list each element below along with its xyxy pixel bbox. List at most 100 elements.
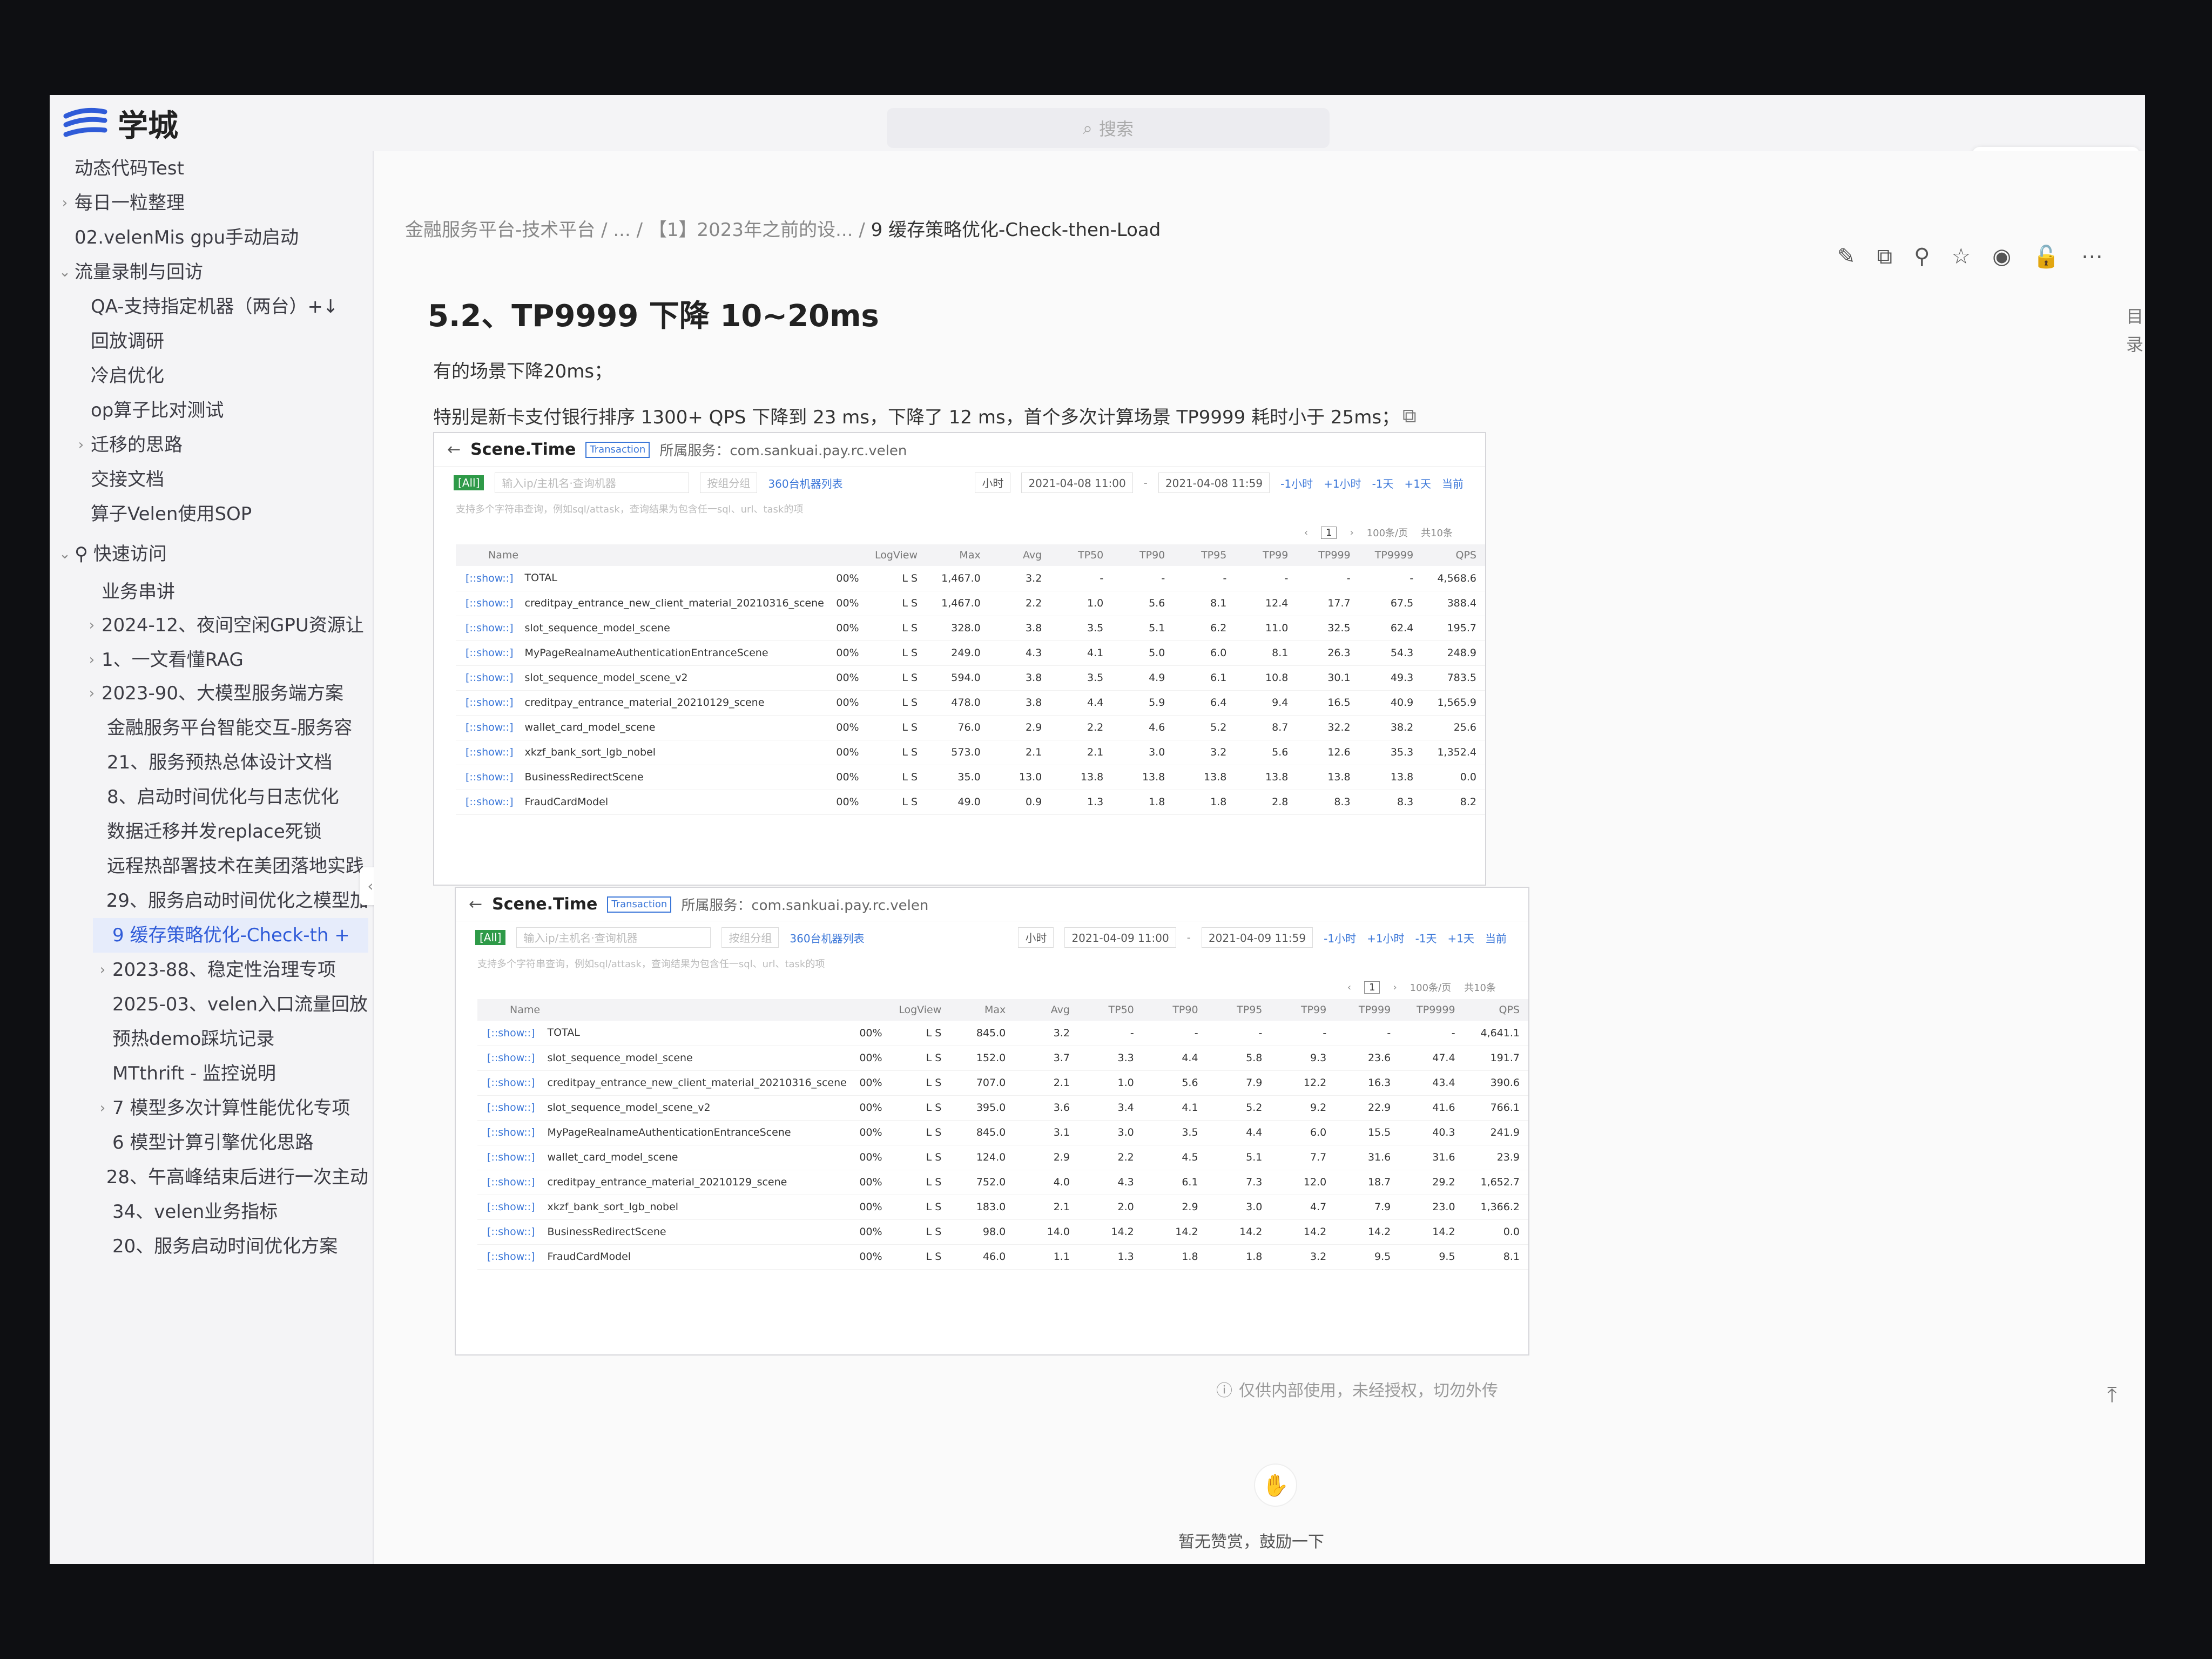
per-page-select[interactable]: 100条/页 xyxy=(1410,980,1451,994)
sidebar-item[interactable]: 9 缓存策略优化-Check-th + xyxy=(93,918,368,953)
group-select[interactable]: 按组分组 xyxy=(721,927,779,948)
show-link[interactable]: [::show::] xyxy=(456,690,525,716)
star-icon[interactable]: ☆ xyxy=(1951,244,1971,269)
pin-icon[interactable]: ⚲ xyxy=(1914,244,1930,269)
show-link[interactable]: [::show::] xyxy=(477,1120,548,1145)
back-arrow-icon[interactable]: ← xyxy=(469,895,482,914)
col-header[interactable]: TP95 xyxy=(1174,544,1236,566)
cell-log[interactable]: L S xyxy=(891,1195,950,1220)
expand-arrow-icon[interactable]: ⌄ xyxy=(55,537,75,571)
col-header[interactable]: TP50 xyxy=(1050,544,1112,566)
edit-icon[interactable]: ✎ xyxy=(1837,244,1856,269)
host-input[interactable]: 输入ip/主机名·查询机器 xyxy=(516,927,711,948)
more-icon[interactable]: ⋯ xyxy=(2081,244,2103,269)
screenshot-after[interactable]: ← Scene.Time Transaction 所属服务：com.sankuai.p… xyxy=(455,887,1529,1355)
filter-hint[interactable]: 支持多个字符串查询，例如sql/attask，查询结果为包含任一sql、url、… xyxy=(434,499,1485,521)
sidebar-item[interactable]: › 1、一文看懂RAG xyxy=(82,643,368,677)
quick-range-button[interactable]: +1小时 xyxy=(1324,475,1361,491)
sidebar-item[interactable]: 34、velen业务指标 xyxy=(93,1195,368,1229)
expand-arrow-icon[interactable]: › xyxy=(55,186,75,220)
quick-range-button[interactable]: -1天 xyxy=(1372,475,1394,491)
sidebar-item[interactable]: 6 模型计算引擎优化思路 xyxy=(93,1125,368,1160)
sidebar-item[interactable]: 02.velenMis gpu手动启动 xyxy=(55,220,368,255)
cell-log[interactable]: L S xyxy=(891,1070,950,1096)
expand-arrow-icon[interactable]: › xyxy=(71,428,91,462)
breadcrumb-ellipsis[interactable]: ... xyxy=(613,219,630,241)
all-button[interactable]: [All] xyxy=(454,475,484,490)
prev-page-icon[interactable]: ‹ xyxy=(1304,527,1308,538)
show-link[interactable]: [::show::] xyxy=(456,640,525,666)
cell-log[interactable]: L S xyxy=(867,665,927,691)
sidebar-item[interactable]: QA-支持指定机器（两台）+↓ xyxy=(71,289,368,324)
col-header[interactable]: TP9999 xyxy=(1399,999,1464,1021)
expand-arrow-icon[interactable]: › xyxy=(93,953,112,987)
breadcrumb-parent[interactable]: 【1】2023年之前的设... xyxy=(649,219,853,241)
sidebar-item[interactable]: 金融服务平台智能交互-服务容 xyxy=(87,711,368,745)
toc-toggle[interactable]: 目录 xyxy=(2126,302,2145,359)
next-page-icon[interactable]: › xyxy=(1350,527,1353,538)
col-header[interactable]: LogView xyxy=(867,544,927,566)
cell-log[interactable]: L S xyxy=(867,790,927,815)
quick-range-button[interactable]: 当前 xyxy=(1442,475,1464,491)
search-input[interactable]: ⌕ 搜索 xyxy=(887,108,1330,148)
quick-range-button[interactable]: +1小时 xyxy=(1367,930,1404,946)
next-page-icon[interactable]: › xyxy=(1393,982,1397,993)
show-link[interactable]: [::show::] xyxy=(456,740,525,765)
sidebar-item[interactable]: 算子Velen使用SOP xyxy=(71,497,368,531)
quick-range-button[interactable]: 当前 xyxy=(1485,930,1507,946)
expand-arrow-icon[interactable]: ⌄ xyxy=(55,255,75,289)
show-link[interactable]: [::show::] xyxy=(477,1195,548,1220)
sidebar-item[interactable]: 业务串讲 xyxy=(82,575,368,609)
sidebar-item[interactable]: 远程热部署技术在美团落地实践 xyxy=(87,849,368,884)
cell-log[interactable]: L S xyxy=(891,1244,950,1270)
cell-log[interactable]: L S xyxy=(867,616,927,641)
show-link[interactable]: [::show::] xyxy=(477,1021,548,1046)
show-link[interactable]: [::show::] xyxy=(456,765,525,790)
cell-log[interactable]: L S xyxy=(867,765,927,790)
col-header[interactable] xyxy=(830,544,868,566)
machine-list-link[interactable]: 360台机器列表 xyxy=(790,930,864,946)
col-header[interactable]: TP90 xyxy=(1142,999,1207,1021)
page-number[interactable]: 1 xyxy=(1321,526,1337,539)
show-link[interactable]: [::show::] xyxy=(477,1095,548,1121)
show-link[interactable]: [::show::] xyxy=(477,1170,548,1195)
end-time[interactable]: 2021-04-09 11:59 xyxy=(1201,927,1313,948)
show-link[interactable]: [::show::] xyxy=(456,790,525,815)
col-header[interactable]: TP999 xyxy=(1335,999,1400,1021)
group-select[interactable]: 按组分组 xyxy=(700,473,758,493)
col-header[interactable]: TP50 xyxy=(1078,999,1143,1021)
col-header[interactable]: TP999 xyxy=(1297,544,1359,566)
expand-arrow-icon[interactable]: › xyxy=(82,643,102,677)
end-time[interactable]: 2021-04-08 11:59 xyxy=(1158,473,1270,493)
sidebar-item[interactable]: 数据迁移并发replace死锁 xyxy=(87,814,368,849)
quick-range-button[interactable]: -1小时 xyxy=(1324,930,1356,946)
col-header[interactable]: TP95 xyxy=(1206,999,1271,1021)
host-input[interactable]: 输入ip/主机名·查询机器 xyxy=(495,473,690,493)
show-link[interactable]: [::show::] xyxy=(477,1070,548,1096)
sidebar-item[interactable]: › 2023-90、大模型服务端方案 xyxy=(82,676,368,711)
expand-arrow-icon[interactable]: › xyxy=(93,1091,112,1125)
quick-range-button[interactable]: +1天 xyxy=(1405,475,1431,491)
granularity-select[interactable]: 小时 xyxy=(975,473,1011,493)
expand-arrow-icon[interactable]: › xyxy=(82,608,102,643)
cell-log[interactable]: L S xyxy=(867,566,927,591)
col-header[interactable]: QPS xyxy=(1464,999,1528,1021)
granularity-select[interactable]: 小时 xyxy=(1018,927,1054,948)
col-header-name[interactable]: Name xyxy=(477,999,853,1021)
cell-log[interactable]: L S xyxy=(867,591,927,616)
sidebar-item[interactable]: 21、服务预热总体设计文档 xyxy=(87,745,368,780)
type-tag[interactable]: Transaction xyxy=(607,896,672,913)
cell-log[interactable]: L S xyxy=(891,1120,950,1145)
sidebar-item[interactable]: 29、服务启动时间优化之模型加 xyxy=(93,884,368,918)
cell-log[interactable]: L S xyxy=(867,715,927,740)
col-header[interactable]: QPS xyxy=(1422,544,1485,566)
back-to-top-icon[interactable]: ⤒ xyxy=(2107,1382,2117,1407)
col-header[interactable]: TP9999 xyxy=(1359,544,1422,566)
copy-icon[interactable]: ⧉ xyxy=(1402,405,1424,427)
show-link[interactable]: [::show::] xyxy=(477,1046,548,1071)
sidebar-item[interactable]: 8、启动时间优化与日志优化 xyxy=(87,780,368,814)
sidebar-item[interactable]: › 2023-88、稳定性治理专项 xyxy=(93,953,368,987)
sidebar-item[interactable]: ⌄ ⚲ 快速访问 xyxy=(55,537,368,571)
sidebar-item[interactable]: 动态代码Test xyxy=(55,151,368,186)
show-link[interactable]: [::show::] xyxy=(456,591,525,616)
